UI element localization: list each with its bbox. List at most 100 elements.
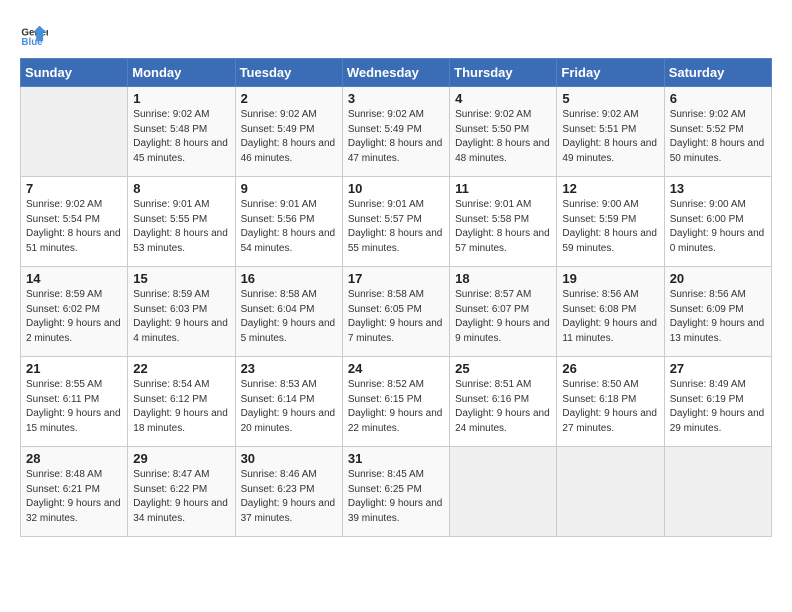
day-info: Sunrise: 8:51 AMSunset: 6:16 PMDaylight:… (455, 378, 551, 436)
calendar-day-cell: 11 Sunrise: 9:01 AMSunset: 5:58 PMDayligh… (450, 177, 557, 267)
weekday-header-cell: Saturday (664, 59, 771, 87)
day-info: Sunrise: 8:56 AMSunset: 6:09 PMDaylight:… (670, 288, 766, 346)
day-number: 31 (348, 451, 444, 466)
calendar-table: SundayMondayTuesdayWednesdayThursdayFrid… (20, 58, 772, 537)
day-number: 17 (348, 271, 444, 286)
calendar-day-cell: 4 Sunrise: 9:02 AMSunset: 5:50 PMDaylight… (450, 87, 557, 177)
weekday-header-cell: Monday (128, 59, 235, 87)
calendar-day-cell: 13Sunrise: 9:00 AMSunset: 6:00 PMDayligh… (664, 177, 771, 267)
calendar-day-cell: 8 Sunrise: 9:01 AMSunset: 5:55 PMDaylight… (128, 177, 235, 267)
weekday-header-cell: Friday (557, 59, 664, 87)
calendar-day-cell: 3 Sunrise: 9:02 AMSunset: 5:49 PMDaylight… (342, 87, 449, 177)
weekday-header-cell: Thursday (450, 59, 557, 87)
calendar-day-cell: 30 Sunrise: 8:46 AMSunset: 6:23 PMDayligh… (235, 447, 342, 537)
calendar-day-cell: 6 Sunrise: 9:02 AMSunset: 5:52 PMDaylight… (664, 87, 771, 177)
calendar-day-cell: 14Sunrise: 8:59 AMSunset: 6:02 PMDayligh… (21, 267, 128, 357)
day-number: 23 (241, 361, 337, 376)
day-info: Sunrise: 8:58 AMSunset: 6:04 PMDaylight:… (241, 288, 337, 346)
day-number: 24 (348, 361, 444, 376)
page-header: General Blue (20, 20, 772, 48)
day-info: Sunrise: 8:54 AMSunset: 6:12 PMDaylight:… (133, 378, 229, 436)
calendar-day-cell: 9 Sunrise: 9:01 AMSunset: 5:56 PMDaylight… (235, 177, 342, 267)
day-info: Sunrise: 8:55 AMSunset: 6:11 PMDaylight:… (26, 378, 122, 436)
day-number: 16 (241, 271, 337, 286)
logo: General Blue (20, 20, 48, 48)
day-info: Sunrise: 9:00 AMSunset: 6:00 PMDaylight:… (670, 198, 766, 256)
calendar-day-cell: 17 Sunrise: 8:58 AMSunset: 6:05 PMDayligh… (342, 267, 449, 357)
day-info: Sunrise: 9:02 AMSunset: 5:54 PMDaylight:… (26, 198, 122, 256)
calendar-body: 1Sunrise: 9:02 AMSunset: 5:48 PMDaylight… (21, 87, 772, 537)
day-info: Sunrise: 9:02 AMSunset: 5:52 PMDaylight:… (670, 108, 766, 166)
day-number: 15 (133, 271, 229, 286)
day-number: 4 (455, 91, 551, 106)
day-number: 2 (241, 91, 337, 106)
day-number: 3 (348, 91, 444, 106)
calendar-day-cell: 21Sunrise: 8:55 AMSunset: 6:11 PMDayligh… (21, 357, 128, 447)
weekday-header-cell: Wednesday (342, 59, 449, 87)
day-number: 14 (26, 271, 122, 286)
calendar-day-cell: 29Sunrise: 8:47 AMSunset: 6:22 PMDayligh… (128, 447, 235, 537)
calendar-day-cell: 22 Sunrise: 8:54 AMSunset: 6:12 PMDayligh… (128, 357, 235, 447)
day-number: 6 (670, 91, 766, 106)
day-info: Sunrise: 8:48 AMSunset: 6:21 PMDaylight:… (26, 468, 122, 526)
calendar-day-cell: 31 Sunrise: 8:45 AMSunset: 6:25 PMDayligh… (342, 447, 449, 537)
calendar-week-row: 7Sunrise: 9:02 AMSunset: 5:54 PMDaylight… (21, 177, 772, 267)
day-info: Sunrise: 8:47 AMSunset: 6:22 PMDaylight:… (133, 468, 229, 526)
calendar-day-cell: 16 Sunrise: 8:58 AMSunset: 6:04 PMDayligh… (235, 267, 342, 357)
calendar-day-cell (557, 447, 664, 537)
day-number: 30 (241, 451, 337, 466)
calendar-day-cell: 20Sunrise: 8:56 AMSunset: 6:09 PMDayligh… (664, 267, 771, 357)
calendar-day-cell: 24 Sunrise: 8:52 AMSunset: 6:15 PMDayligh… (342, 357, 449, 447)
calendar-day-cell: 18 Sunrise: 8:57 AMSunset: 6:07 PMDayligh… (450, 267, 557, 357)
calendar-day-cell: 1Sunrise: 9:02 AMSunset: 5:48 PMDaylight… (128, 87, 235, 177)
day-number: 25 (455, 361, 551, 376)
weekday-header-cell: Tuesday (235, 59, 342, 87)
day-info: Sunrise: 8:58 AMSunset: 6:05 PMDaylight:… (348, 288, 444, 346)
day-number: 9 (241, 181, 337, 196)
calendar-day-cell: 28 Sunrise: 8:48 AMSunset: 6:21 PMDayligh… (21, 447, 128, 537)
day-info: Sunrise: 9:01 AMSunset: 5:58 PMDaylight:… (455, 198, 551, 256)
calendar-day-cell: 12 Sunrise: 9:00 AMSunset: 5:59 PMDayligh… (557, 177, 664, 267)
day-number: 11 (455, 181, 551, 196)
day-info: Sunrise: 9:02 AMSunset: 5:48 PMDaylight:… (133, 108, 229, 166)
day-number: 5 (562, 91, 658, 106)
day-info: Sunrise: 8:57 AMSunset: 6:07 PMDaylight:… (455, 288, 551, 346)
day-info: Sunrise: 9:02 AMSunset: 5:51 PMDaylight:… (562, 108, 658, 166)
calendar-day-cell: 19Sunrise: 8:56 AMSunset: 6:08 PMDayligh… (557, 267, 664, 357)
day-number: 27 (670, 361, 766, 376)
day-info: Sunrise: 8:52 AMSunset: 6:15 PMDaylight:… (348, 378, 444, 436)
calendar-week-row: 28 Sunrise: 8:48 AMSunset: 6:21 PMDayligh… (21, 447, 772, 537)
calendar-day-cell: 15 Sunrise: 8:59 AMSunset: 6:03 PMDayligh… (128, 267, 235, 357)
day-number: 18 (455, 271, 551, 286)
day-number: 10 (348, 181, 444, 196)
day-info: Sunrise: 9:00 AMSunset: 5:59 PMDaylight:… (562, 198, 658, 256)
calendar-day-cell: 25 Sunrise: 8:51 AMSunset: 6:16 PMDayligh… (450, 357, 557, 447)
day-info: Sunrise: 9:02 AMSunset: 5:49 PMDaylight:… (241, 108, 337, 166)
day-info: Sunrise: 8:59 AMSunset: 6:03 PMDaylight:… (133, 288, 229, 346)
day-info: Sunrise: 9:02 AMSunset: 5:49 PMDaylight:… (348, 108, 444, 166)
day-info: Sunrise: 8:49 AMSunset: 6:19 PMDaylight:… (670, 378, 766, 436)
day-info: Sunrise: 8:53 AMSunset: 6:14 PMDaylight:… (241, 378, 337, 436)
day-info: Sunrise: 8:45 AMSunset: 6:25 PMDaylight:… (348, 468, 444, 526)
day-number: 8 (133, 181, 229, 196)
calendar-day-cell: 7Sunrise: 9:02 AMSunset: 5:54 PMDaylight… (21, 177, 128, 267)
calendar-day-cell: 2 Sunrise: 9:02 AMSunset: 5:49 PMDaylight… (235, 87, 342, 177)
calendar-week-row: 14Sunrise: 8:59 AMSunset: 6:02 PMDayligh… (21, 267, 772, 357)
day-info: Sunrise: 8:46 AMSunset: 6:23 PMDaylight:… (241, 468, 337, 526)
day-info: Sunrise: 8:56 AMSunset: 6:08 PMDaylight:… (562, 288, 658, 346)
day-number: 12 (562, 181, 658, 196)
day-info: Sunrise: 9:01 AMSunset: 5:57 PMDaylight:… (348, 198, 444, 256)
day-number: 28 (26, 451, 122, 466)
calendar-day-cell: 10 Sunrise: 9:01 AMSunset: 5:57 PMDayligh… (342, 177, 449, 267)
weekday-header-row: SundayMondayTuesdayWednesdayThursdayFrid… (21, 59, 772, 87)
calendar-day-cell: 27 Sunrise: 8:49 AMSunset: 6:19 PMDayligh… (664, 357, 771, 447)
calendar-day-cell (450, 447, 557, 537)
day-info: Sunrise: 9:02 AMSunset: 5:50 PMDaylight:… (455, 108, 551, 166)
weekday-header-cell: Sunday (21, 59, 128, 87)
calendar-day-cell (664, 447, 771, 537)
day-info: Sunrise: 9:01 AMSunset: 5:55 PMDaylight:… (133, 198, 229, 256)
logo-icon: General Blue (20, 20, 48, 48)
day-info: Sunrise: 9:01 AMSunset: 5:56 PMDaylight:… (241, 198, 337, 256)
day-number: 22 (133, 361, 229, 376)
calendar-day-cell (21, 87, 128, 177)
